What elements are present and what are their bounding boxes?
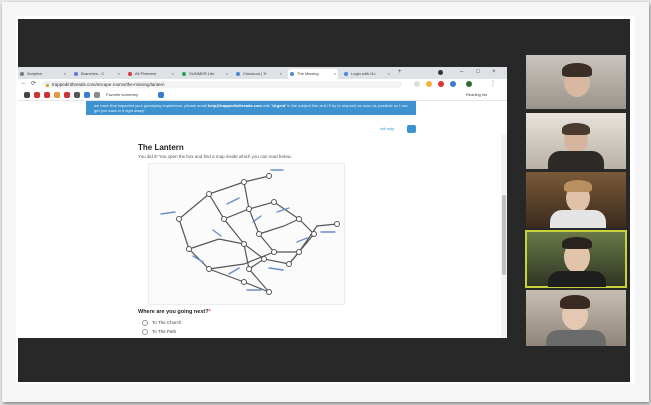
tab-favicon [344, 72, 348, 76]
chat-icon[interactable] [407, 125, 416, 133]
tab-favicon [290, 72, 294, 76]
participant-shirt [548, 271, 606, 287]
tab-favicon [182, 72, 186, 76]
bookmark-icon[interactable] [64, 92, 70, 98]
browser-tab[interactable]: Checkout | Tr × [234, 69, 284, 79]
extension-icon[interactable] [450, 81, 456, 87]
close-window-icon[interactable]: × [492, 69, 496, 75]
extension-icon[interactable] [414, 81, 420, 87]
participant-shirt [546, 330, 606, 346]
close-icon[interactable]: × [280, 69, 282, 79]
menu-icon[interactable]: ⋮ [490, 80, 496, 87]
participant-video-2[interactable] [526, 113, 626, 169]
browser-tab[interactable]: Branches - C × [72, 69, 122, 79]
edit-reply-link[interactable]: edit reply [380, 127, 394, 131]
shared-screen: Scriptive × Branches - C × All Pinterest × … [18, 67, 507, 338]
lock-icon: 🔒 [45, 82, 50, 87]
intro-text: You did it! You open the box and find a … [138, 154, 292, 159]
back-icon[interactable]: ← [21, 80, 27, 86]
tab-favicon [236, 72, 240, 76]
close-icon[interactable]: × [64, 69, 66, 79]
participant-shirt [548, 151, 604, 169]
browser-tab[interactable]: Login with Go × [342, 69, 392, 79]
bookmark-icon[interactable] [44, 92, 50, 98]
page-title: The Lantern [138, 143, 184, 152]
bookmark-icon[interactable] [74, 92, 80, 98]
participant-shirt [550, 210, 606, 228]
bookmark-icon[interactable] [94, 92, 100, 98]
browser-tab[interactable]: Scriptive × [18, 69, 68, 79]
bookmark-icon[interactable] [54, 92, 60, 98]
bookmark-icon[interactable] [158, 92, 164, 98]
participant-video-active-speaker[interactable] [525, 230, 627, 288]
reload-icon[interactable]: ⟳ [31, 80, 36, 87]
bookmark-icon[interactable] [84, 92, 90, 98]
tab-favicon [74, 72, 78, 76]
maximize-icon[interactable]: □ [476, 69, 480, 75]
participant-hair [562, 63, 592, 77]
bookmark-icon[interactable] [24, 92, 30, 98]
close-icon[interactable]: × [118, 69, 120, 79]
url-input[interactable]: 🔒 trappedinthreads.com/escape-rooms/the-… [42, 81, 402, 88]
reading-list[interactable]: Reading list [466, 91, 487, 98]
subway-map-graphic [160, 169, 340, 295]
bookmark-icon[interactable] [34, 92, 40, 98]
close-icon[interactable]: × [226, 69, 228, 79]
record-icon [438, 70, 443, 75]
map-image [148, 163, 345, 305]
participant-video-1[interactable] [526, 55, 626, 109]
new-tab-icon[interactable]: + [398, 69, 402, 75]
question-label: Where are you going next?* [138, 309, 211, 315]
scrollbar-thumb[interactable] [502, 195, 506, 275]
radio-icon[interactable] [142, 329, 148, 335]
bookmarks-bar: Favorite summary Reading list [18, 90, 507, 101]
bookmark-favorite-summary[interactable]: Favorite summary [106, 91, 138, 98]
close-icon[interactable]: × [334, 69, 336, 79]
help-email-link[interactable]: help@trappedinthreads.com [208, 103, 262, 108]
browser-tab-bar: Scriptive × Branches - C × All Pinterest × … [18, 67, 507, 79]
web-page: we have that impacted your gameplay expe… [18, 101, 507, 338]
extension-icon[interactable] [426, 81, 432, 87]
tab-favicon [128, 72, 132, 76]
browser-tab-active[interactable]: The Missing × [288, 69, 338, 79]
scrollbar[interactable] [501, 135, 507, 338]
radio-icon[interactable] [142, 320, 148, 326]
tab-favicon [20, 72, 24, 76]
close-icon[interactable]: × [388, 69, 390, 79]
participant-hair [564, 180, 592, 192]
browser-tab[interactable]: SUMMER Libr × [180, 69, 230, 79]
browser-tab[interactable]: All Pinterest × [126, 69, 176, 79]
participant-hair [560, 295, 590, 309]
option-church[interactable]: To The Church [142, 320, 181, 326]
profile-avatar[interactable] [466, 81, 472, 87]
participant-video-3[interactable] [526, 172, 626, 228]
minimize-icon[interactable]: – [460, 69, 463, 75]
notice-banner: we have that impacted your gameplay expe… [86, 101, 416, 115]
close-icon[interactable]: × [172, 69, 174, 79]
option-path[interactable]: To The Path [142, 329, 176, 335]
participant-hair [562, 237, 592, 249]
participant-hair [562, 123, 590, 135]
participant-video-5[interactable] [526, 290, 626, 346]
extension-icon[interactable] [438, 81, 444, 87]
